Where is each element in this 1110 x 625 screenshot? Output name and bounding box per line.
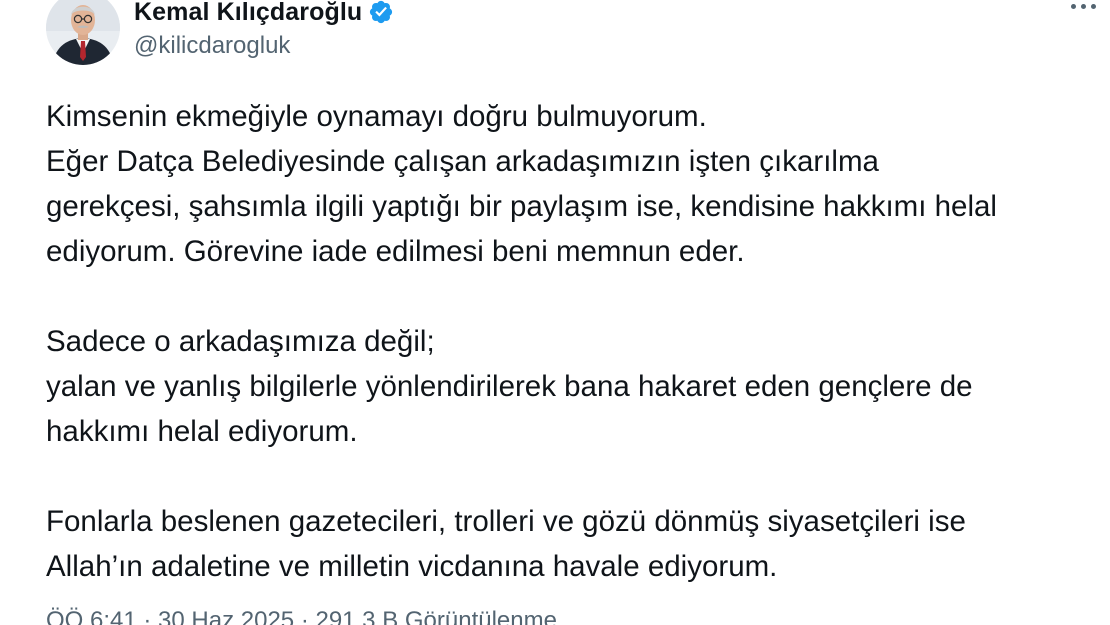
tweet-line: yalan ve yanlış bilgilerle yönlendiriler… xyxy=(46,370,973,403)
tweet-text: Kimsenin ekmeğiyle oynamayı doğru bulmuy… xyxy=(46,94,1086,589)
tweet-timestamp[interactable]: ÖÖ 6:41 · 30 Haz 2025 · 291,3 B Görüntül… xyxy=(46,606,557,625)
tweet-card: Kemal Kılıçdaroğlu @kilicdarogluk Kimsen… xyxy=(0,0,1110,625)
tweet-line: Fonlarla beslenen gazetecileri, trolleri… xyxy=(46,505,966,538)
avatar[interactable] xyxy=(46,0,120,65)
tweet-header: Kemal Kılıçdaroğlu @kilicdarogluk xyxy=(46,0,394,68)
more-dot xyxy=(1071,3,1076,9)
name-row: Kemal Kılıçdaroğlu xyxy=(134,0,394,29)
tweet-line: Kimsenin ekmeğiyle oynamayı doğru bulmuy… xyxy=(46,100,707,133)
more-dot xyxy=(1091,3,1096,9)
verified-badge-icon xyxy=(368,0,394,25)
tweet-line: hakkımı helal ediyorum. xyxy=(46,415,358,448)
tweet-line: ediyorum. Görevine iade edilmesi beni me… xyxy=(46,235,745,268)
more-options-icon[interactable] xyxy=(1071,0,1096,16)
avatar-photo xyxy=(46,0,120,65)
author-handle[interactable]: @kilicdarogluk xyxy=(134,31,394,61)
tweet-line: gerekçesi, şahsımla ilgili yaptığı bir p… xyxy=(46,190,997,223)
tweet-line: Allah’ın adaletine ve milletin vicdanına… xyxy=(46,550,778,583)
author-display-name[interactable]: Kemal Kılıçdaroğlu xyxy=(134,0,362,27)
more-dot xyxy=(1081,3,1086,9)
tweet-line: Sadece o arkadaşımıza değil; xyxy=(46,325,435,358)
tweet-line: Eğer Datça Belediyesinde çalışan arkadaş… xyxy=(46,145,879,178)
author-block: Kemal Kılıçdaroğlu @kilicdarogluk xyxy=(134,0,394,61)
